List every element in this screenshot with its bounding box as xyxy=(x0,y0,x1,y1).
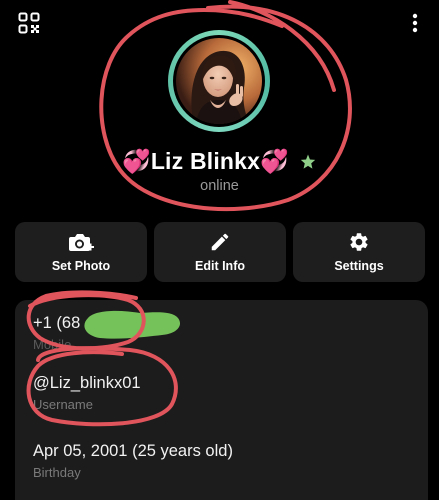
profile-screen: 💞 Liz Blinkx 💞 online Set Photo Edit Inf… xyxy=(0,0,439,500)
settings-label: Settings xyxy=(334,259,384,273)
gear-icon xyxy=(350,233,368,251)
profile-name-row: 💞 Liz Blinkx 💞 xyxy=(0,148,439,175)
pencil-icon xyxy=(211,233,229,251)
avatar[interactable] xyxy=(168,30,270,132)
star-icon[interactable] xyxy=(299,153,317,171)
settings-button[interactable]: Settings xyxy=(293,222,425,282)
name-emoji-right: 💞 xyxy=(260,148,290,174)
edit-info-label: Edit Info xyxy=(195,259,245,273)
username-item[interactable]: @Liz_blinkx01 Username xyxy=(33,374,141,412)
profile-name: Liz Blinkx xyxy=(150,148,261,174)
phone-number: +1 (68 xyxy=(33,314,81,332)
username-value: @Liz_blinkx01 xyxy=(33,374,141,392)
birthday-item[interactable]: Apr 05, 2001 (25 years old) Birthday xyxy=(33,442,233,480)
birthday-value: Apr 05, 2001 (25 years old) xyxy=(33,442,233,460)
more-menu-button[interactable] xyxy=(401,8,429,38)
username-label: Username xyxy=(33,397,93,412)
set-photo-label: Set Photo xyxy=(51,259,111,273)
qr-code-icon xyxy=(18,12,40,34)
phone-item[interactable]: +1 (68 Mobile xyxy=(33,314,80,352)
profile-info-card: +1 (68 Mobile @Liz_blinkx01 Username Apr… xyxy=(15,300,428,500)
profile-actions: Set Photo Edit Info Settings xyxy=(15,222,425,282)
name-emoji-left: 💞 xyxy=(121,148,151,174)
edit-info-button[interactable]: Edit Info xyxy=(154,222,286,282)
phone-label: Mobile xyxy=(33,337,72,352)
qr-code-button[interactable] xyxy=(14,8,44,38)
camera-add-icon xyxy=(69,234,94,251)
set-photo-button[interactable]: Set Photo xyxy=(15,222,147,282)
avatar-photo xyxy=(176,38,262,124)
birthday-label: Birthday xyxy=(33,465,81,480)
avatar-border xyxy=(173,35,265,127)
more-vertical-icon xyxy=(412,13,418,33)
online-status: online xyxy=(200,178,239,194)
